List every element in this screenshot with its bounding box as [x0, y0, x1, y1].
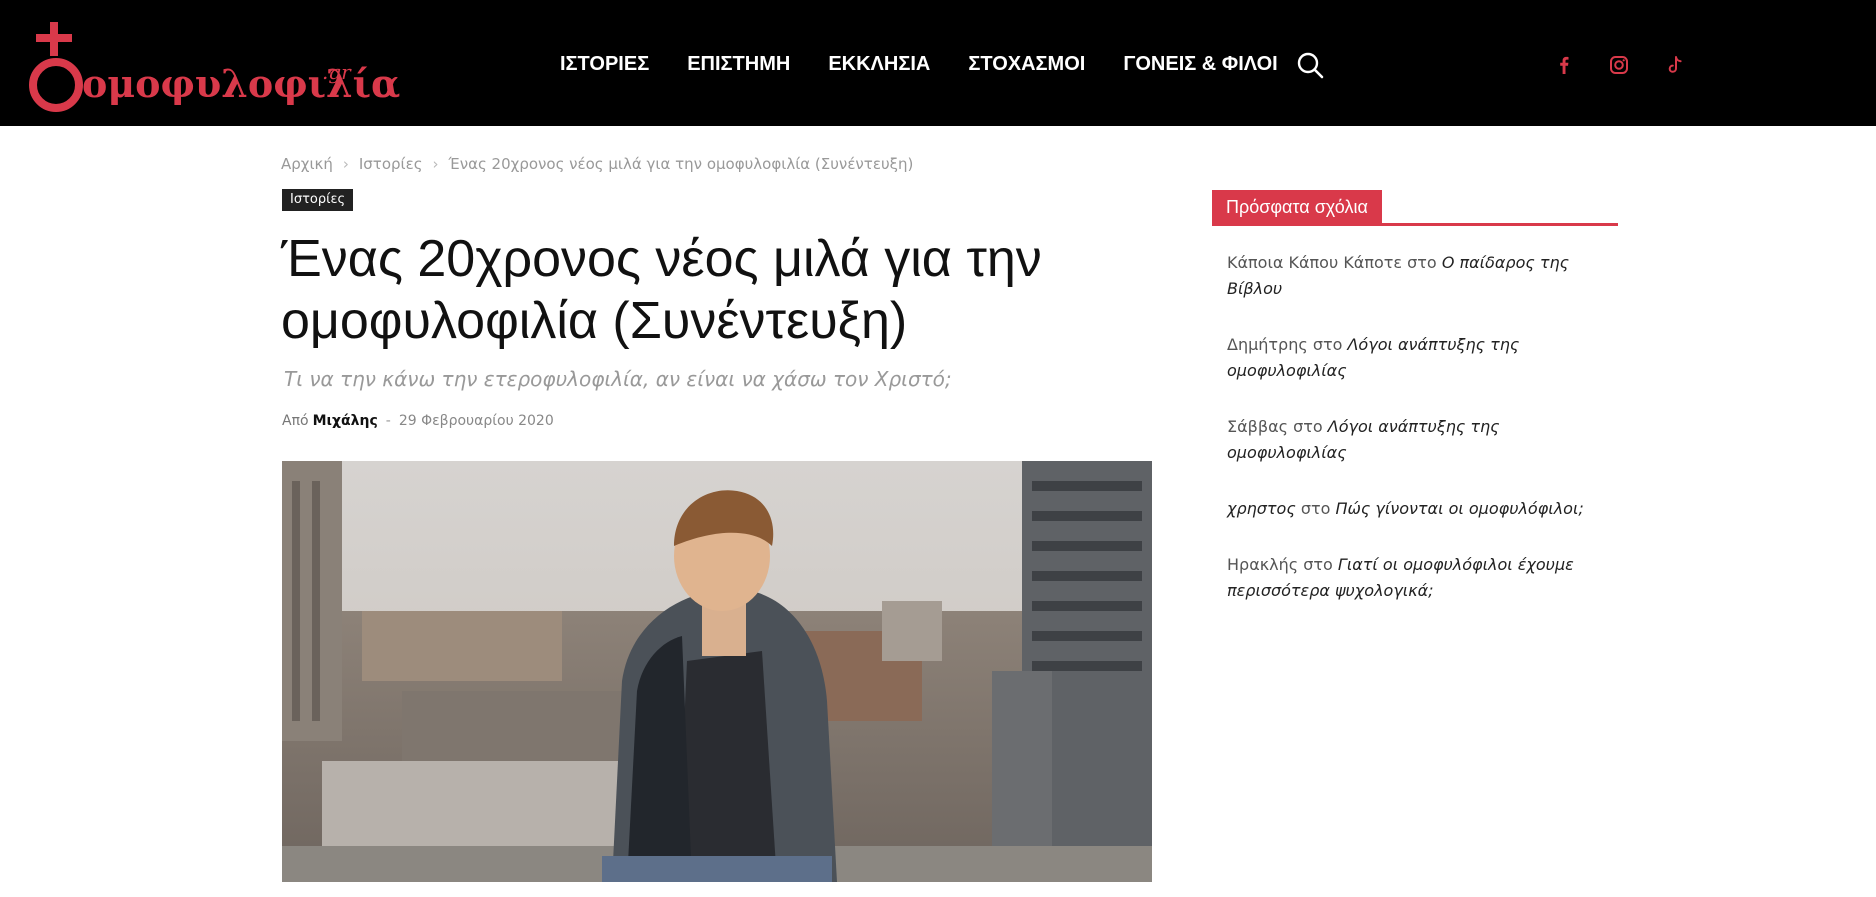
article-subtitle: Τι να την κάνω την ετεροφυλοφιλία, αν εί…	[284, 367, 952, 391]
comment-author: Ηρακλής	[1227, 555, 1299, 574]
comment-author[interactable]: χρηστος	[1227, 499, 1296, 518]
nav-item-ekklisia[interactable]: ΕΚΚΛΗΣΙΑ	[828, 48, 930, 80]
meta-separator: -	[385, 413, 391, 429]
main-nav: ΙΣΤΟΡΙΕΣ ΕΠΙΣΤΗΜΗ ΕΚΚΛΗΣΙΑ ΣΤΟΧΑΣΜΟΙ ΓΟΝ…	[560, 48, 1316, 80]
comment-author: Κάποια Κάπου Κάποτε	[1227, 253, 1403, 272]
nav-item-goneis-filoi[interactable]: ΓΟΝΕΙΣ & ΦΙΛΟΙ	[1123, 48, 1277, 80]
comment-author: Σάββας	[1227, 417, 1289, 436]
breadcrumb-separator: ›	[342, 155, 349, 173]
breadcrumb: Αρχική › Ιστορίες › Ένας 20χρονος νέος μιλά …	[281, 155, 913, 173]
article-meta: Από Μιχάλης -29 Φεβρουαρίου 2020	[282, 413, 554, 429]
logo-suffix: .gr	[322, 60, 351, 84]
breadcrumb-separator: ›	[432, 155, 439, 173]
recent-comments-list: Κάποια Κάπου Κάποτε στο Ο παίδαρος της Β…	[1227, 250, 1617, 634]
comment-item: χρηστος στο Πώς γίνονται οι ομοφυλόφιλοι…	[1227, 496, 1617, 522]
on-word: στο	[1312, 335, 1343, 354]
logo-ring-icon	[29, 58, 83, 112]
recent-comments-title: Πρόσφατα σχόλια	[1212, 190, 1382, 224]
nav-item-epistimi[interactable]: ΕΠΙΣΤΗΜΗ	[687, 48, 790, 80]
breadcrumb-section[interactable]: Ιστορίες	[359, 155, 423, 173]
logo-text: ομοφυλοφιλία	[82, 61, 401, 106]
article-title: Ένας 20χρονος νέος μιλά για την ομοφυλοφ…	[281, 230, 1042, 350]
comment-item: Κάποια Κάπου Κάποτε στο Ο παίδαρος της Β…	[1227, 250, 1617, 302]
widget-divider	[1212, 223, 1618, 226]
comment-post-link[interactable]: Πώς γίνονται οι ομοφυλόφιλοι;	[1335, 499, 1583, 518]
site-logo[interactable]: ομοφυλοφιλία .gr	[26, 20, 400, 112]
category-badge[interactable]: Ιστορίες	[282, 189, 354, 211]
featured-image	[282, 461, 1152, 882]
comment-item: Σάββας στο Λόγοι ανάπτυξης της ομοφυλοφι…	[1227, 414, 1617, 466]
breadcrumb-current: Ένας 20χρονος νέος μιλά για την ομοφυλοφ…	[448, 155, 914, 173]
logo-cross-bar	[36, 34, 72, 42]
nav-item-stoxasmoi[interactable]: ΣΤΟΧΑΣΜΟΙ	[968, 48, 1085, 80]
nav-item-istories[interactable]: ΙΣΤΟΡΙΕΣ	[560, 48, 649, 80]
on-word: στο	[1300, 499, 1331, 518]
author-link[interactable]: Μιχάλης	[313, 413, 378, 429]
site-header: ομοφυλοφιλία .gr ΙΣΤΟΡΙΕΣ ΕΠΙΣΤΗΜΗ ΕΚΚΛΗ…	[0, 0, 1876, 126]
on-word: στο	[1293, 417, 1323, 436]
facebook-icon[interactable]	[1551, 52, 1577, 78]
on-word: στο	[1303, 555, 1333, 574]
search-icon[interactable]	[1295, 50, 1325, 80]
comment-item: Ηρακλής στο Γιατί οι ομοφυλόφιλοι έχουμε…	[1227, 552, 1617, 604]
breadcrumb-home[interactable]: Αρχική	[281, 155, 333, 173]
publish-date: 29 Φεβρουαρίου 2020	[398, 413, 554, 429]
recent-comments-header: Πρόσφατα σχόλια	[1212, 190, 1618, 226]
comment-author: Δημήτρης	[1227, 335, 1308, 354]
by-label: Από	[282, 413, 309, 429]
tiktok-icon[interactable]	[1662, 52, 1688, 78]
on-word: στο	[1407, 253, 1437, 272]
instagram-icon[interactable]	[1606, 52, 1632, 78]
comment-item: Δημήτρης στο Λόγοι ανάπτυξης της ομοφυλο…	[1227, 332, 1617, 384]
